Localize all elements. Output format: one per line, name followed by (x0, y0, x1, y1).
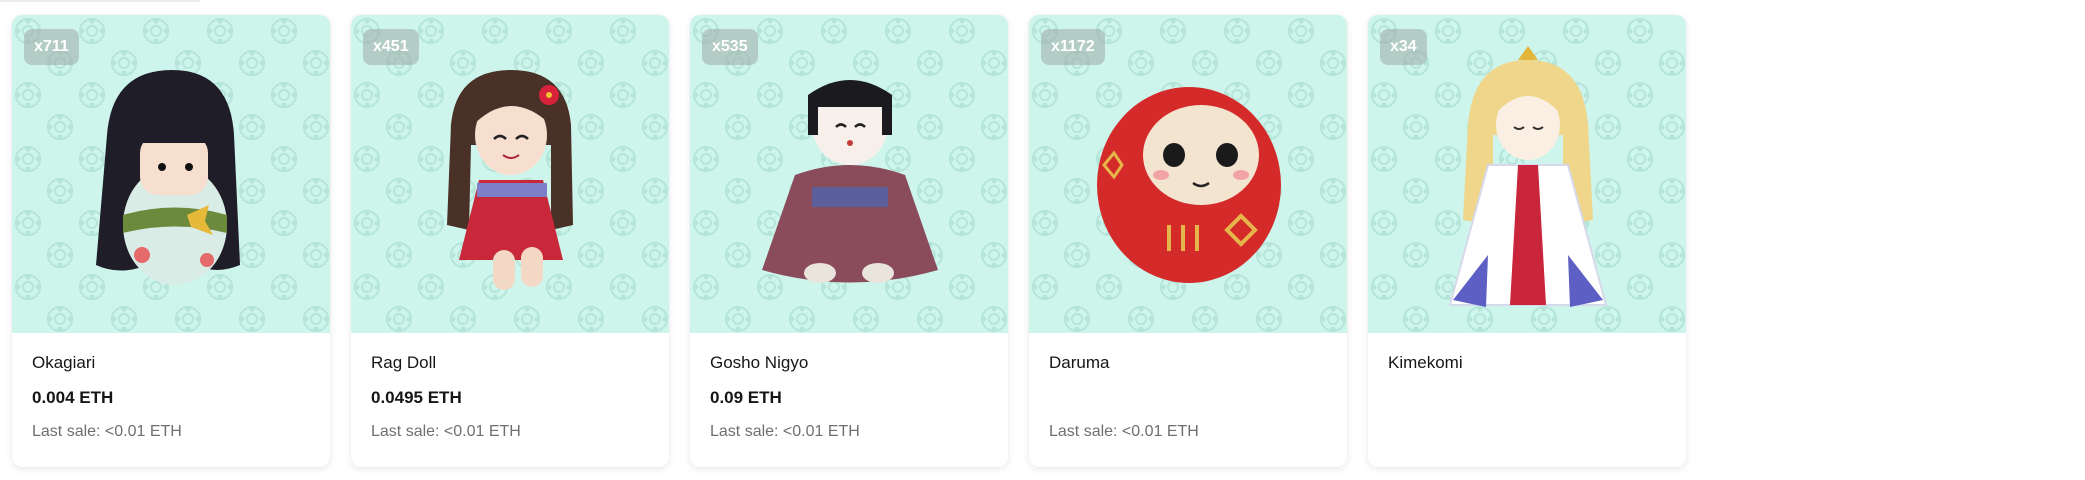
nft-name: Daruma (1049, 353, 1110, 372)
nft-card-daruma[interactable]: x1172 Daruma Last sale: <0.01 ETH (1029, 15, 1347, 467)
nft-last-sale: Last sale: <0.01 ETH (1049, 423, 1199, 440)
nft-media: x535 (690, 15, 1008, 333)
top-divider (0, 0, 200, 2)
nft-media: x34 (1368, 15, 1686, 333)
nft-card-gosho-nigyo[interactable]: x535 Gosho Nigyo 0.09 ETH Last sale: <0.… (690, 15, 1008, 467)
nft-name: Kimekomi (1388, 353, 1463, 372)
nft-price: 0.004 ETH (32, 388, 114, 407)
nft-name: Rag Doll (371, 353, 437, 372)
nft-last-sale: Last sale: <0.01 ETH (371, 423, 521, 440)
nft-price: 0.09 ETH (710, 388, 782, 407)
nft-grid: x711 Okagiari 0.004 ETH Last sale: <0.01… (12, 15, 1686, 467)
nft-price: 0.0495 ETH (371, 388, 462, 407)
nft-last-sale: Last sale: <0.01 ETH (32, 423, 182, 440)
nft-media: x451 (351, 15, 669, 333)
nft-media: x1172 (1029, 15, 1347, 333)
edition-count-badge: x711 (24, 29, 79, 65)
nft-card-okagiari[interactable]: x711 Okagiari 0.004 ETH Last sale: <0.01… (12, 15, 330, 467)
nft-name: Gosho Nigyo (710, 353, 809, 372)
edition-count-badge: x1172 (1041, 29, 1105, 65)
nft-media: x711 (12, 15, 330, 333)
nft-last-sale: Last sale: <0.01 ETH (710, 423, 860, 440)
edition-count-badge: x535 (702, 29, 758, 65)
nft-name: Okagiari (32, 353, 96, 372)
edition-count-badge: x34 (1380, 29, 1427, 65)
nft-card-kimekomi[interactable]: x34 Kimekomi (1368, 15, 1686, 467)
nft-card-rag-doll[interactable]: x451 Rag Doll 0.0495 ETH Last sale: <0.0… (351, 15, 669, 467)
edition-count-badge: x451 (363, 29, 419, 65)
